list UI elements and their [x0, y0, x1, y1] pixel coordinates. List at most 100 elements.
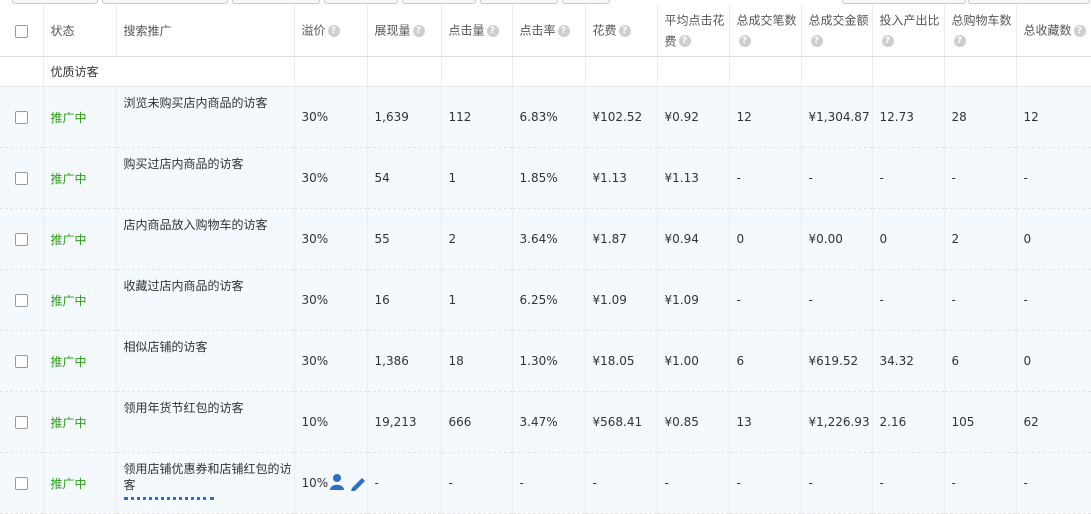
gmv-cell: ¥619.52 [800, 330, 872, 392]
premium-cell[interactable]: 30% [293, 269, 367, 331]
toolbar-button[interactable] [842, 0, 966, 4]
favorites-cell: 12 [1015, 86, 1091, 148]
toolbar-button[interactable] [232, 0, 320, 4]
roi-cell: 34.32 [871, 330, 944, 392]
row-checkbox[interactable] [14, 172, 28, 185]
toolbar-button[interactable] [480, 0, 558, 4]
row-checkbox[interactable] [14, 294, 28, 307]
help-icon[interactable]: ? [953, 35, 966, 48]
group-empty-cell [943, 56, 1016, 87]
header-cost[interactable]: 花费? [584, 5, 657, 57]
header-clicks-label: 点击量 [448, 23, 485, 38]
favorites-cell: - [1015, 269, 1091, 331]
avg-cpc-cell: - [656, 452, 729, 514]
promo-name[interactable]: 购买过店内商品的访客 [115, 147, 294, 209]
select-all-checkbox[interactable] [14, 24, 28, 38]
promo-name[interactable]: 店内商品放入购物车的访客 [115, 208, 294, 270]
orders-cell: - [728, 452, 801, 514]
clicks-cell: 1 [440, 147, 512, 209]
header-avg-cpc[interactable]: 平均点击花费? [656, 5, 729, 57]
header-impressions[interactable]: 展现量? [366, 5, 441, 57]
help-icon[interactable]: ? [327, 24, 340, 37]
group-empty-cell [656, 56, 729, 87]
row-checkbox[interactable] [14, 111, 28, 124]
toolbar-button[interactable] [562, 0, 610, 4]
help-icon[interactable]: ? [678, 35, 691, 47]
table-header-row: 状态 搜索推广 溢价? 展现量? 点击量? 点击率? 花费? 平均点击花费? 总… [0, 5, 1091, 57]
header-total-orders[interactable]: 总成交笔数? [728, 5, 801, 57]
table-row: 推广中 领用店铺优惠券和店铺红包的访客 10% - - - - - - - - … [0, 452, 1091, 514]
premium-cell[interactable]: 30% [293, 86, 367, 148]
row-checkbox[interactable] [14, 233, 28, 246]
premium-cell[interactable]: 10% [293, 452, 367, 514]
help-icon[interactable]: ? [738, 35, 751, 48]
header-clicks[interactable]: 点击量? [440, 5, 512, 57]
promo-name[interactable]: 浏览未购买店内商品的访客 [115, 86, 294, 148]
toolbar-button[interactable] [102, 0, 228, 4]
cost-cell: ¥18.05 [584, 330, 657, 392]
user-icon[interactable] [330, 473, 366, 491]
header-roi[interactable]: 投入产出比? [871, 5, 944, 57]
row-checkbox[interactable] [14, 416, 28, 429]
premium-cell[interactable]: 30% [293, 330, 367, 392]
cost-cell: - [584, 452, 657, 514]
gmv-cell: - [800, 269, 872, 331]
header-roi-label: 投入产出比 [879, 13, 940, 28]
promo-name[interactable]: 领用年货节红包的访客 [115, 391, 294, 453]
orders-cell: 6 [728, 330, 801, 392]
cart-cell: - [943, 269, 1016, 331]
header-premium[interactable]: 溢价? [293, 5, 367, 57]
favorites-cell: 0 [1015, 208, 1091, 270]
row-select-cell [0, 86, 43, 148]
header-favorites[interactable]: 总收藏数? [1015, 5, 1091, 57]
header-premium-label: 溢价 [301, 23, 326, 38]
promo-name[interactable]: 领用店铺优惠券和店铺红包的访客 [124, 462, 292, 492]
toolbar-button[interactable] [12, 0, 98, 4]
favorites-cell: - [1015, 147, 1091, 209]
roi-cell: - [871, 147, 944, 209]
detail-link-decoration[interactable] [123, 497, 214, 504]
row-checkbox[interactable] [14, 477, 28, 490]
table-row: 推广中 相似店铺的访客 30% 1,386 18 1.30% ¥18.05 ¥1… [0, 330, 1091, 392]
help-icon[interactable]: ? [557, 24, 570, 37]
ctr-cell: 6.83% [511, 86, 585, 148]
select-all-cell [0, 5, 43, 57]
toolbar-button[interactable] [402, 0, 476, 4]
favorites-cell: - [1015, 452, 1091, 514]
status-cell: 推广中 [42, 330, 116, 392]
edit-premium-controls[interactable] [330, 473, 366, 494]
premium-cell[interactable]: 30% [293, 208, 367, 270]
group-empty-cell [366, 56, 441, 87]
toolbar-button[interactable] [968, 0, 1090, 4]
premium-cell[interactable]: 30% [293, 147, 367, 209]
promo-name[interactable]: 收藏过店内商品的访客 [115, 269, 294, 331]
row-select-cell [0, 208, 43, 270]
cost-cell: ¥1.09 [584, 269, 657, 331]
help-icon[interactable]: ? [618, 24, 631, 37]
header-total-gmv[interactable]: 总成交金额? [800, 5, 872, 57]
gmv-cell: ¥1,226.93 [800, 391, 872, 453]
gmv-cell: ¥0.00 [800, 208, 872, 270]
help-icon[interactable]: ? [881, 35, 894, 48]
header-ctr[interactable]: 点击率? [511, 5, 585, 57]
group-empty-cell [584, 56, 657, 87]
impressions-cell: 1,639 [366, 86, 441, 148]
avg-cpc-cell: ¥0.92 [656, 86, 729, 148]
status-cell: 推广中 [42, 208, 116, 270]
premium-cell[interactable]: 10% [293, 391, 367, 453]
header-avg-cpc-label: 平均点击花费 [664, 13, 725, 49]
help-icon[interactable]: ? [1073, 24, 1086, 37]
promo-name[interactable]: 相似店铺的访客 [115, 330, 294, 392]
header-cart[interactable]: 总购物车数? [943, 5, 1016, 57]
promo-name-cell[interactable]: 领用店铺优惠券和店铺红包的访客 [115, 452, 294, 514]
toolbar-button[interactable] [324, 0, 398, 4]
help-icon[interactable]: ? [412, 24, 425, 37]
impressions-cell: 1,386 [366, 330, 441, 392]
help-icon[interactable]: ? [810, 35, 823, 48]
group-empty-cell [0, 56, 43, 87]
group-label: 优质访客 [50, 65, 99, 79]
orders-cell: 13 [728, 391, 801, 453]
help-icon[interactable]: ? [486, 24, 499, 37]
row-checkbox[interactable] [14, 355, 28, 368]
header-ctr-label: 点击率 [519, 23, 556, 38]
